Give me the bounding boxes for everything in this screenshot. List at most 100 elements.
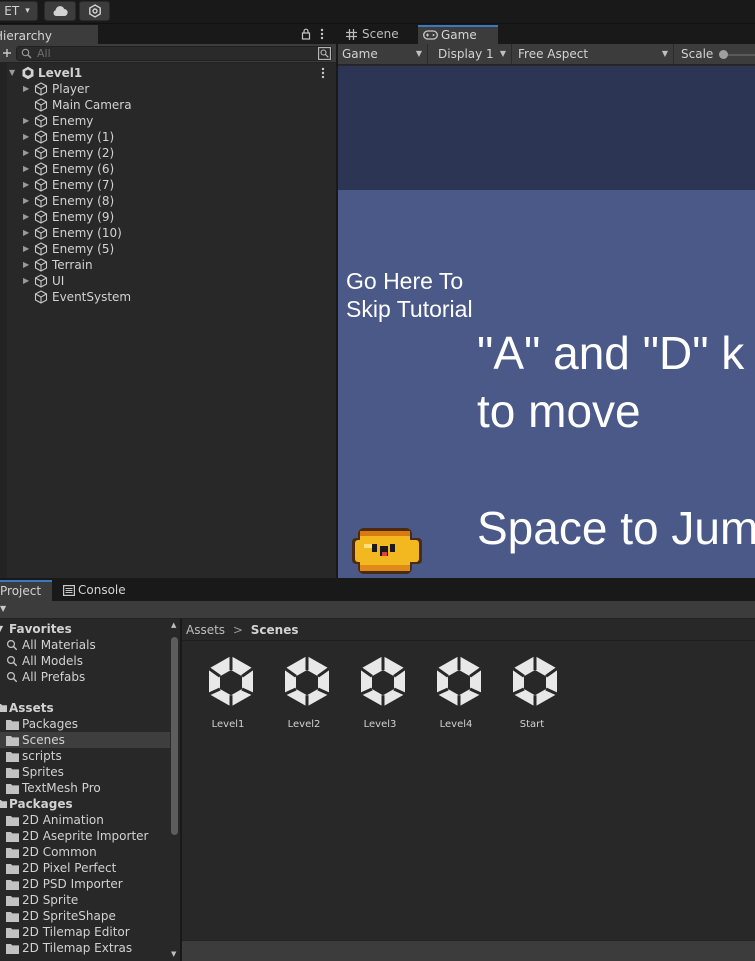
scroll-down-icon[interactable]: ▼ [171, 950, 176, 958]
tab-game[interactable]: Game [418, 25, 498, 44]
account-dropdown[interactable]: ET ▾ [0, 1, 38, 21]
scroll-up-icon[interactable]: ▲ [171, 621, 176, 629]
sidebar-item[interactable]: All Prefabs [0, 669, 170, 685]
collapsed-arrow-icon[interactable]: ▶ [23, 273, 33, 289]
sidebar-item[interactable]: 2D Common [0, 844, 170, 860]
hierarchy-item[interactable]: ▶ Enemy (9) [0, 209, 336, 225]
breadcrumb-current[interactable]: Scenes [251, 623, 299, 637]
sidebar-item-label: 2D Tilemap Editor [22, 925, 130, 939]
hierarchy-item-label: Main Camera [52, 98, 132, 112]
sidebar-item[interactable]: Scenes [0, 732, 170, 748]
gameobject-cube-icon [34, 290, 48, 304]
collapsed-arrow-icon[interactable]: ▶ [23, 129, 33, 145]
sidebar-item[interactable]: 2D Animation [0, 812, 170, 828]
lock-icon[interactable] [301, 28, 311, 40]
collapsed-arrow-icon[interactable]: ▶ [23, 177, 33, 193]
hierarchy-item[interactable]: ▶ Enemy (7) [0, 177, 336, 193]
sidebar-item[interactable]: Sprites [0, 764, 170, 780]
hierarchy-item[interactable]: Main Camera [0, 97, 336, 113]
hierarchy-searchbar: All [0, 44, 336, 63]
search-options-icon[interactable] [318, 47, 331, 60]
project-tabbar: Project Console [0, 580, 755, 601]
scrollbar-thumb[interactable] [171, 637, 178, 835]
chevron-down-icon: ▾ [25, 6, 30, 16]
hierarchy-item[interactable]: ▶ Enemy (1) [0, 129, 336, 145]
sidebar-item[interactable]: 2D PSD Importer [0, 876, 170, 892]
sidebar-item[interactable]: 2D SpriteShape [0, 908, 170, 924]
hierarchy-item[interactable]: ▶ UI [0, 273, 336, 289]
hierarchy-item[interactable]: ▶ Terrain [0, 257, 336, 273]
breadcrumb-assets[interactable]: Assets [186, 623, 225, 637]
gameobject-cube-icon [34, 274, 48, 288]
add-icon[interactable] [2, 48, 12, 58]
cloud-button[interactable] [44, 1, 76, 21]
collapsed-arrow-icon[interactable]: ▶ [23, 257, 33, 273]
sidebar-item-label: 2D PSD Importer [22, 877, 123, 891]
collapsed-arrow-icon[interactable]: ▶ [23, 241, 33, 257]
tab-console[interactable]: Console [62, 580, 142, 601]
project-sidebar: ▼ Favorites All Materials All Models All P… [0, 619, 180, 961]
expanded-arrow-icon[interactable]: ▼ [9, 65, 19, 81]
scene-tab-label: Scene [362, 27, 399, 41]
hierarchy-item-label: Enemy (8) [52, 194, 115, 208]
collapsed-arrow-icon[interactable]: ▶ [23, 193, 33, 209]
folder-icon [6, 942, 19, 954]
tab-hierarchy[interactable]: Hierarchy [0, 25, 98, 44]
hierarchy-item[interactable]: ▶ Enemy (5) [0, 241, 336, 257]
skip-line-1: Go Here To [346, 268, 464, 294]
sidebar-item[interactable]: 2D Sprite [0, 892, 170, 908]
hierarchy-item[interactable]: EventSystem [0, 289, 336, 305]
unity-scene-icon [509, 654, 561, 714]
sidebar-item[interactable]: All Models [0, 653, 170, 669]
collapsed-arrow-icon[interactable]: ▶ [23, 145, 33, 161]
sidebar-item[interactable]: Packages [0, 716, 170, 732]
scene-asset[interactable]: Level4 [418, 654, 494, 734]
tab-scene[interactable]: Scene [338, 25, 416, 44]
game-controlbar: Game ▼ Display 1 ▼ Free Aspect ▼ Scale [338, 44, 755, 65]
grid-icon [346, 29, 357, 40]
game-mode-dropdown[interactable]: Game ▼ [338, 44, 428, 65]
aspect-dropdown[interactable]: Free Aspect ▼ [514, 44, 674, 65]
hierarchy-search-input[interactable]: All [16, 46, 332, 61]
collapsed-arrow-icon[interactable]: ▶ [23, 81, 33, 97]
hierarchy-item[interactable]: ▶ Enemy (8) [0, 193, 336, 209]
scene-asset[interactable]: Level2 [266, 654, 342, 734]
collapsed-arrow-icon[interactable]: ▶ [23, 113, 33, 129]
sidebar-item-label: 2D Sprite [22, 893, 79, 907]
sidebar-item[interactable]: 2D Aseprite Importer [0, 828, 170, 844]
collapsed-arrow-icon[interactable]: ▶ [23, 225, 33, 241]
sidebar-item[interactable]: All Materials [0, 637, 170, 653]
gameobject-cube-icon [34, 242, 48, 256]
collapsed-arrow-icon[interactable]: ▶ [23, 161, 33, 177]
hierarchy-item-label: Enemy (2) [52, 146, 115, 160]
sidebar-scrollbar[interactable]: ▲ ▼ [170, 619, 180, 958]
search-icon [6, 671, 19, 683]
sidebar-item[interactable]: 2D Pixel Perfect [0, 860, 170, 876]
tab-project[interactable]: Project [0, 580, 52, 601]
services-button[interactable] [79, 1, 110, 21]
sidebar-item-label: 2D Tilemap Extras [22, 941, 133, 955]
hierarchy-item[interactable]: ▶ Enemy (2) [0, 145, 336, 161]
hierarchy-item-label: Enemy (1) [52, 130, 115, 144]
hierarchy-item[interactable]: ▶ Enemy (6) [0, 161, 336, 177]
scene-asset[interactable]: Level3 [342, 654, 418, 734]
collapsed-arrow-icon[interactable]: ▶ [23, 209, 33, 225]
scale-slider-handle[interactable] [719, 50, 728, 59]
scene-asset[interactable]: Start [494, 654, 570, 734]
sidebar-item[interactable]: TextMesh Pro [0, 780, 170, 796]
hierarchy-item[interactable]: ▶ Player [0, 81, 336, 97]
scene-root-row[interactable]: ▼ Level1 [0, 65, 336, 81]
game-viewport[interactable]: Go Here To Skip Tutorial "A" and "D" k t… [338, 66, 755, 578]
sidebar-item-label: Packages [22, 717, 78, 731]
create-dropdown-icon[interactable]: ▼ [0, 604, 6, 613]
hierarchy-item[interactable]: ▶ Enemy [0, 113, 336, 129]
project-tab-label: Project [0, 584, 42, 598]
sidebar-item[interactable]: 2D Tilemap Extras [0, 940, 170, 956]
unity-scene-icon [433, 654, 485, 714]
hierarchy-item[interactable]: ▶ Enemy (10) [0, 225, 336, 241]
sidebar-item[interactable]: scripts [0, 748, 170, 764]
display-dropdown[interactable]: Display 1 ▼ [434, 44, 512, 65]
scene-asset[interactable]: Level1 [190, 654, 266, 734]
more-options-icon[interactable] [320, 28, 324, 40]
sidebar-item[interactable]: 2D Tilemap Editor [0, 924, 170, 940]
